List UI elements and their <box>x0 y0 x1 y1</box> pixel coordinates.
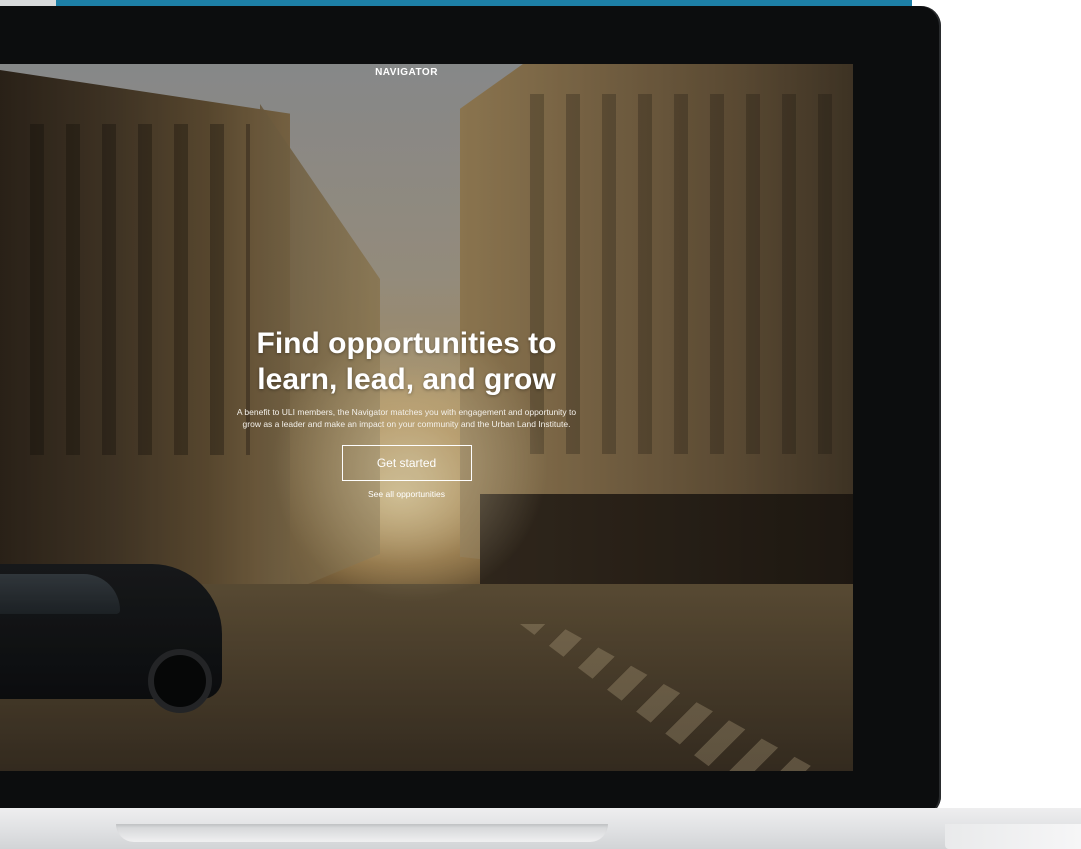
hero-headline: Find opportunities to learn, lead, and g… <box>256 327 557 396</box>
see-all-opportunities-link[interactable]: See all opportunities <box>0 489 853 499</box>
laptop-base-edge <box>945 824 1081 849</box>
hero-section: Find opportunities to learn, lead, and g… <box>0 326 853 499</box>
get-started-button[interactable]: Get started <box>341 445 472 481</box>
laptop-base-notch <box>116 824 608 842</box>
hero-description: A benefit to ULI members, the Navigator … <box>236 407 577 429</box>
navigator-logo[interactable]: NAVIGATOR <box>0 67 853 78</box>
laptop-screen: NAVIGATOR Find opportunities to learn, l… <box>0 64 853 771</box>
laptop-frame: NAVIGATOR Find opportunities to learn, l… <box>0 6 941 816</box>
